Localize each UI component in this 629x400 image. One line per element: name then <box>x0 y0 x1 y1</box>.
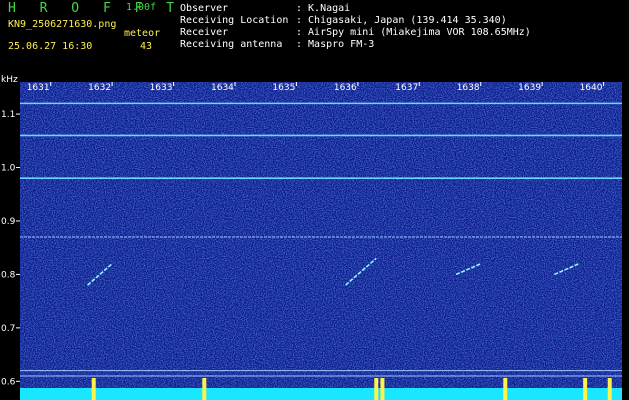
x-tick-label: 1636 <box>334 83 357 93</box>
x-tick-label: 1632 <box>88 83 111 93</box>
y-axis-label: kHz <box>1 75 18 85</box>
x-tick-label: 1634 <box>211 83 234 93</box>
receiver-value: : AirSpy mini (Miakejima VOR 108.65MHz) <box>296 27 531 38</box>
spectrogram-svg: 1631 1632 1633 1634 1635 1636 1637 1638 1639 1640… <box>0 74 629 400</box>
y-tick-label: 0.9 <box>1 217 16 227</box>
spectrogram-panel: 1631 1632 1633 1634 1635 1636 1637 1638 1639 1640… <box>0 74 629 400</box>
x-tick-label: 1631 <box>27 83 50 93</box>
meteor-count-label: meteor <box>124 28 161 39</box>
x-tick-label: 1639 <box>518 83 541 93</box>
location-value: : Chigasaki, Japan (139.414 35.340) <box>296 15 507 26</box>
level-spike <box>91 378 96 400</box>
x-tick-label: 1633 <box>150 83 173 93</box>
header-panel: H R O F F T 1.00f KN9_2506271630.png 25.… <box>0 0 629 74</box>
level-spike <box>202 378 207 400</box>
y-tick-label: 0.8 <box>1 270 16 280</box>
level-spike <box>503 378 508 400</box>
observer-value: : K.Nagai <box>296 3 351 14</box>
antenna-value: : Maspro FM-3 <box>296 39 375 50</box>
level-spike <box>380 378 385 400</box>
level-spike <box>607 378 612 400</box>
level-spike <box>583 378 588 400</box>
y-tick-label: 0.7 <box>1 324 15 334</box>
timestamp: 25.06.27 16:30 <box>8 41 93 52</box>
x-tick-label: 1635 <box>272 83 295 93</box>
y-tick-label: 0.6 <box>1 377 16 387</box>
x-tick-label: 1638 <box>457 83 480 93</box>
level-spike <box>374 378 379 400</box>
receiver-label: Receiver <box>180 27 229 38</box>
y-tick-label: 1.0 <box>1 164 16 174</box>
x-tick-label: 1640 <box>580 83 603 93</box>
level-baseline <box>20 388 622 400</box>
location-label: Receiving Location <box>180 15 289 26</box>
app-version: 1.00f <box>126 2 157 13</box>
y-tick-label: 1.1 <box>1 110 15 120</box>
file-name: KN9_2506271630.png <box>8 19 117 30</box>
observer-label: Observer <box>180 3 229 14</box>
x-tick-label: 1637 <box>395 83 418 93</box>
meteor-count-value: 43 <box>140 41 153 52</box>
antenna-label: Receiving antenna <box>180 39 283 50</box>
